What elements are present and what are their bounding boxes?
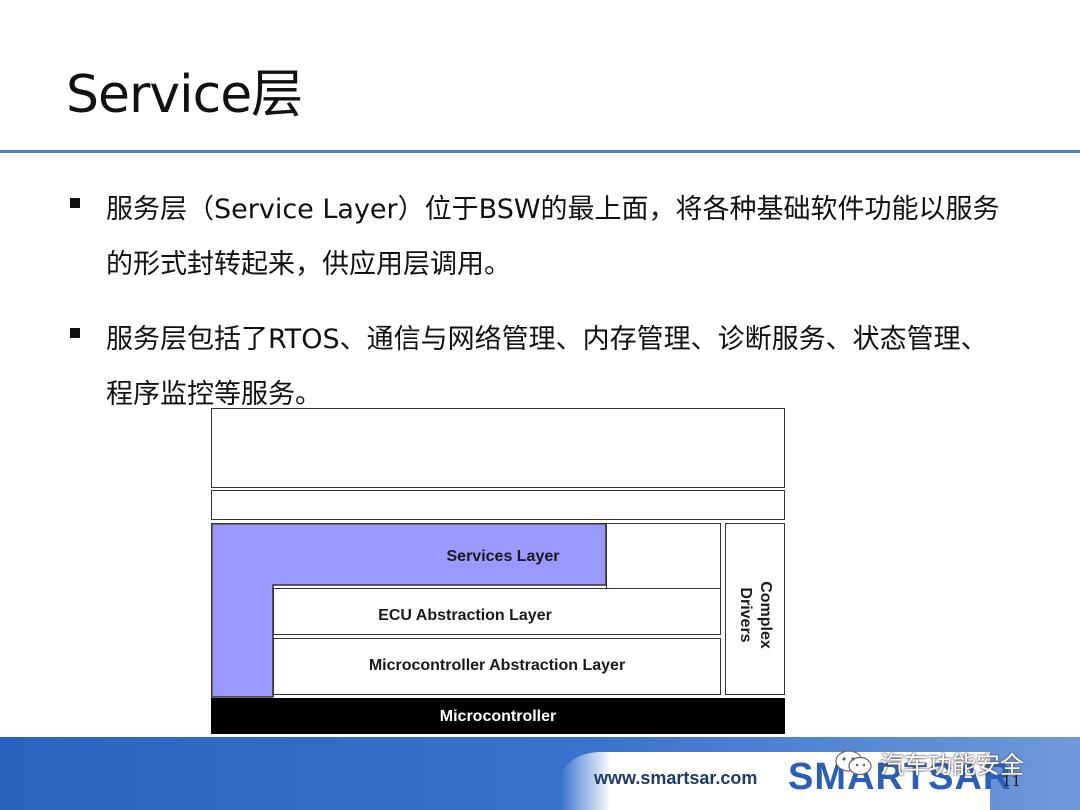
autosar-layer-diagram: Services Layer ECU Abstraction Layer Mic…	[208, 405, 788, 740]
mcal-label: Microcontroller Abstraction Layer	[368, 657, 626, 674]
complex-drivers-label: Complex Drivers	[737, 581, 774, 649]
wechat-icon	[835, 750, 872, 776]
bullet-square-icon	[70, 198, 80, 208]
slide-title: Service层	[66, 65, 303, 125]
application-layer-box	[211, 408, 785, 488]
bullet-text: 服务层（Service Layer）位于BSW的最上面，将各种基础软件功能以服务…	[106, 194, 1000, 280]
title-divider	[0, 150, 1080, 153]
page-number: 11	[1002, 772, 1022, 790]
microcontroller-label: Microcontroller	[439, 708, 557, 725]
services-layer-label: Services Layer	[446, 548, 560, 565]
footer-url: www.smartsar.com	[594, 768, 758, 788]
bullet-list: 服务层（Service Layer）位于BSW的最上面，将各种基础软件功能以服务…	[66, 182, 1006, 442]
rte-box	[211, 490, 785, 520]
bullet-item: 服务层（Service Layer）位于BSW的最上面，将各种基础软件功能以服务…	[66, 182, 1006, 292]
ecu-abstraction-layer-label: ECU Abstraction Layer	[378, 607, 552, 624]
bullet-square-icon	[70, 328, 80, 338]
